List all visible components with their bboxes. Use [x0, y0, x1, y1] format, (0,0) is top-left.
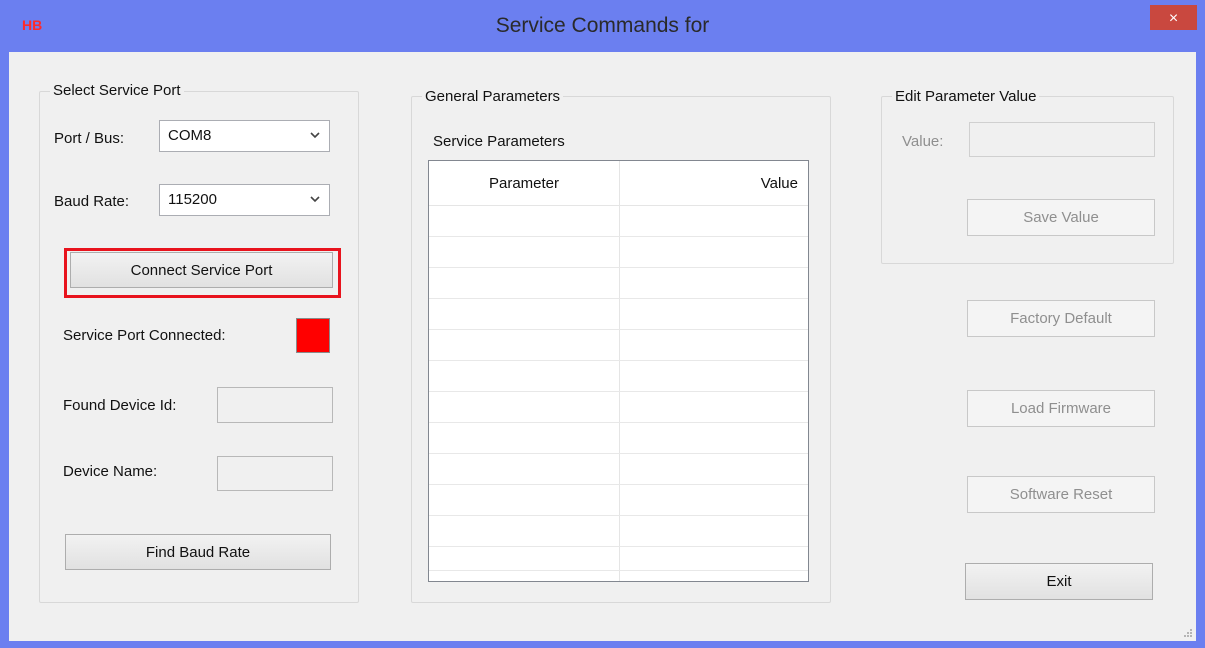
load-firmware-button[interactable]: Load Firmware	[967, 390, 1155, 427]
service-port-connected-label: Service Port Connected:	[63, 327, 226, 344]
value-label: Value:	[902, 133, 944, 150]
port-bus-select[interactable]: COM8	[159, 120, 330, 152]
connect-service-port-button[interactable]: Connect Service Port	[70, 252, 333, 288]
table-row[interactable]	[429, 267, 808, 268]
table-row[interactable]	[429, 570, 808, 571]
save-value-button[interactable]: Save Value	[967, 199, 1155, 236]
table-row[interactable]	[429, 484, 808, 485]
column-divider	[619, 161, 620, 581]
value-column-header[interactable]: Value	[761, 175, 798, 192]
find-baud-rate-button[interactable]: Find Baud Rate	[65, 534, 331, 570]
table-row[interactable]	[429, 236, 808, 237]
baud-rate-value: 115200	[168, 191, 217, 208]
general-parameters-title: General Parameters	[422, 88, 564, 105]
table-row[interactable]	[429, 422, 808, 423]
table-row[interactable]	[429, 329, 808, 330]
close-button[interactable]: ×	[1150, 5, 1197, 30]
parameter-value-input[interactable]	[969, 122, 1155, 157]
service-parameters-grid[interactable]: Parameter Value	[428, 160, 809, 582]
resize-grip-icon[interactable]	[1183, 628, 1193, 638]
found-device-id-field[interactable]	[217, 387, 333, 423]
port-bus-label: Port / Bus:	[54, 130, 125, 147]
port-bus-value: COM8	[168, 127, 212, 144]
edit-parameter-value-title: Edit Parameter Value	[892, 88, 1040, 105]
baud-rate-select[interactable]: 115200	[159, 184, 330, 216]
device-name-field[interactable]	[217, 456, 333, 491]
select-service-port-title: Select Service Port	[50, 82, 184, 99]
dialog-client-area: Select Service Port Port / Bus: COM8 Bau…	[9, 52, 1196, 641]
software-reset-button[interactable]: Software Reset	[967, 476, 1155, 513]
device-name-label: Device Name:	[63, 463, 158, 480]
title-bar[interactable]: HB Service Commands for ×	[0, 0, 1205, 52]
table-row[interactable]	[429, 546, 808, 547]
found-device-id-label: Found Device Id:	[63, 397, 177, 414]
parameter-column-header[interactable]: Parameter	[429, 175, 619, 192]
baud-rate-label: Baud Rate:	[54, 193, 130, 210]
table-row[interactable]	[429, 453, 808, 454]
exit-button[interactable]: Exit	[965, 563, 1153, 600]
table-row[interactable]	[429, 360, 808, 361]
table-row[interactable]	[429, 298, 808, 299]
window-title: Service Commands for	[495, 14, 710, 37]
connection-status-indicator	[296, 318, 330, 353]
table-row[interactable]	[429, 515, 808, 516]
chevron-down-icon	[310, 132, 320, 139]
table-row[interactable]	[429, 391, 808, 392]
chevron-down-icon	[310, 196, 320, 203]
service-parameters-label: Service Parameters	[433, 133, 565, 150]
factory-default-button[interactable]: Factory Default	[967, 300, 1155, 337]
